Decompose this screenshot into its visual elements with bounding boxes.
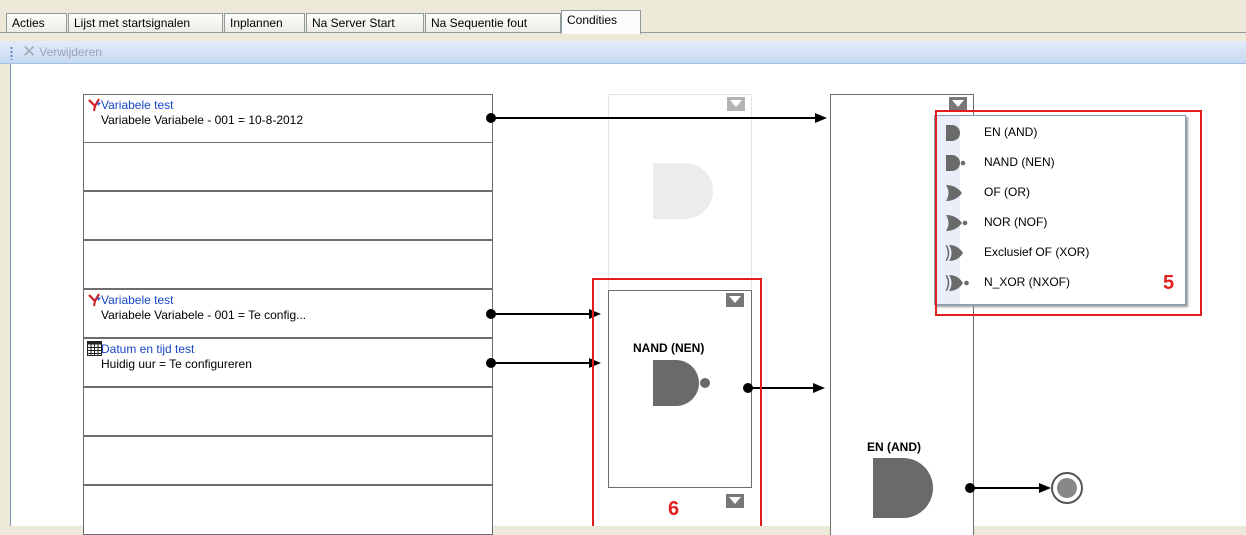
annotation-box-gate — [592, 278, 762, 526]
tab-bar: Acties Lijst met startsignalen Inplannen… — [0, 0, 1246, 34]
delete-label: Verwijderen — [39, 45, 102, 59]
tab-condities[interactable]: Condities — [561, 10, 641, 34]
annotation-number-menu: 5 — [1163, 272, 1175, 294]
tab-na-sequentie-fout[interactable]: Na Sequentie fout — [425, 13, 561, 33]
annotation-box-menu — [935, 110, 1202, 316]
delete-button[interactable]: ✕ Verwijderen — [22, 42, 102, 61]
tab-acties[interactable]: Acties — [6, 13, 67, 33]
annotation-number-gate: 6 — [668, 498, 680, 520]
delete-x-icon: ✕ — [22, 42, 37, 61]
tab-inplannen[interactable]: Inplannen — [224, 13, 305, 33]
tab-startsignalen[interactable]: Lijst met startsignalen — [68, 13, 223, 33]
toolbar-grip-icon[interactable] — [10, 46, 13, 60]
toolbar: ✕ Verwijderen — [0, 41, 1246, 64]
tab-na-server-start[interactable]: Na Server Start — [306, 13, 424, 33]
